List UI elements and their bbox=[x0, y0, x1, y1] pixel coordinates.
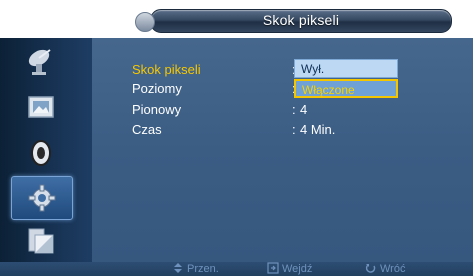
satellite-dish-icon bbox=[28, 49, 51, 75]
menu-row-label: Poziomy bbox=[132, 81, 182, 96]
sidebar-item-multi-screen[interactable] bbox=[11, 220, 71, 262]
menu-row-label: Czas bbox=[132, 122, 162, 137]
move-hint: Przen. bbox=[172, 262, 219, 276]
bottom-help-bar: Przen. Wejdź Wróć bbox=[0, 262, 473, 276]
dropdown-option-off[interactable]: Wył. bbox=[294, 59, 398, 78]
return-icon bbox=[365, 264, 376, 273]
move-label: Przen. bbox=[187, 263, 219, 275]
title-pill: Skok pikseli bbox=[135, 9, 452, 33]
settings-panel: Skok pikseli : Poziomy : Pionowy : 4 Cza… bbox=[92, 38, 473, 262]
sidebar-item-sound[interactable] bbox=[11, 132, 71, 174]
menu-row-label: Pionowy bbox=[132, 102, 182, 117]
pixel-shift-dropdown[interactable]: Wył. Włączone bbox=[294, 59, 398, 98]
page-title: Skok pikseli bbox=[262, 12, 340, 28]
sidebar-item-setup[interactable] bbox=[11, 176, 73, 220]
picture-frame-icon bbox=[28, 96, 54, 118]
gear-icon bbox=[28, 184, 56, 212]
return-hint: Wróć bbox=[365, 262, 405, 276]
menu-row-colon: : bbox=[292, 122, 296, 137]
menu-row-label: Skok pikseli bbox=[132, 62, 201, 77]
enter-icon bbox=[267, 262, 279, 274]
sound-icon bbox=[31, 140, 51, 166]
return-label: Wróć bbox=[380, 263, 406, 275]
menu-row-colon: : bbox=[292, 102, 296, 117]
sidebar-item-antenna[interactable] bbox=[11, 40, 71, 82]
dropdown-option-on[interactable]: Włączone bbox=[294, 79, 398, 98]
sidebar-item-picture[interactable] bbox=[11, 86, 71, 128]
category-sidebar bbox=[0, 38, 92, 262]
title-bar: Skok pikseli bbox=[0, 0, 473, 38]
menu-row-value: 4 Min. bbox=[300, 122, 336, 137]
up-down-arrows-icon bbox=[174, 263, 182, 273]
multi-screen-icon bbox=[28, 228, 54, 254]
menu-row-value: 4 bbox=[300, 102, 308, 117]
enter-label: Wejdź bbox=[282, 263, 313, 275]
enter-hint: Wejdź bbox=[267, 262, 312, 276]
osd-menu: Skok pikseli Skok pikseli Poziomy Pionow… bbox=[0, 0, 473, 276]
